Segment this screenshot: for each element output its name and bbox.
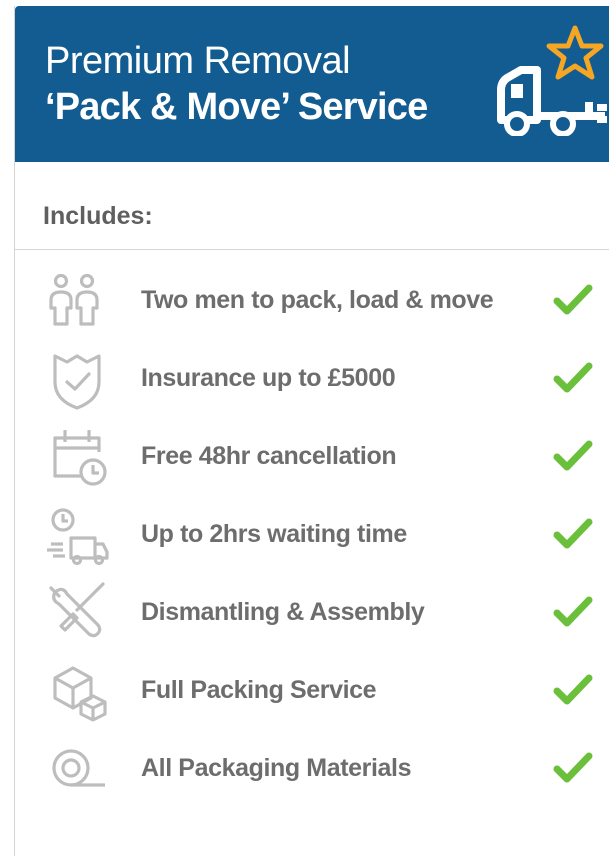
feature-row: Free 48hr cancellation	[15, 420, 609, 492]
card-header: Premium Removal ‘Pack & Move’ Service	[15, 6, 609, 162]
feature-label: Up to 2hrs waiting time	[141, 520, 407, 548]
check-icon	[553, 440, 593, 471]
check-icon	[553, 674, 593, 705]
feature-label: Insurance up to £5000	[141, 364, 396, 392]
divider	[15, 249, 609, 250]
feature-row: Dismantling & Assembly	[15, 576, 609, 648]
boxes-icon	[53, 666, 107, 722]
tools-icon	[49, 582, 105, 638]
feature-label: Dismantling & Assembly	[141, 598, 425, 626]
clock-truck-icon	[47, 508, 109, 566]
tape-roll-icon	[52, 749, 105, 787]
check-icon	[553, 284, 593, 315]
service-card: Premium Removal ‘Pack & Move’ Service In…	[14, 6, 609, 856]
feature-label: Two men to pack, load & move	[141, 286, 494, 314]
check-icon	[553, 596, 593, 627]
feature-row: Full Packing Service	[15, 654, 609, 726]
service-title-line-2: ‘Pack & Move’ Service	[45, 86, 428, 128]
feature-row: Two men to pack, load & move	[15, 264, 609, 336]
feature-row: Up to 2hrs waiting time	[15, 498, 609, 570]
feature-label: Full Packing Service	[141, 676, 377, 704]
shield-check-icon	[53, 354, 101, 410]
truck-star-icon	[497, 25, 607, 136]
two-men-icon	[49, 273, 99, 326]
feature-row: All Packaging Materials	[15, 732, 609, 804]
feature-label: Free 48hr cancellation	[141, 442, 397, 470]
includes-heading: Includes:	[43, 202, 153, 230]
check-icon	[553, 752, 593, 783]
check-icon	[553, 518, 593, 549]
service-title-line-1: Premium Removal	[45, 40, 351, 82]
calendar-clock-icon	[53, 430, 107, 486]
check-icon	[553, 362, 593, 393]
feature-row: Insurance up to £5000	[15, 342, 609, 414]
feature-label: All Packaging Materials	[141, 754, 412, 782]
